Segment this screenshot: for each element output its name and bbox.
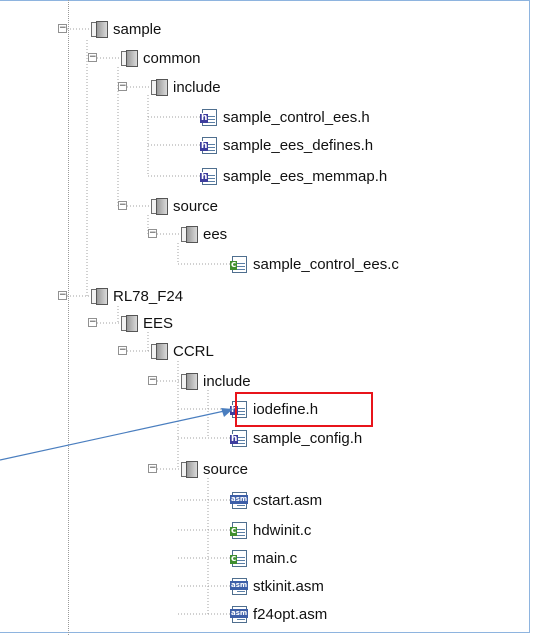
c-file-icon: c: [230, 549, 248, 567]
tree-item-label: sample: [113, 20, 162, 38]
folder-icon: [150, 342, 168, 360]
collapse-toggle-icon[interactable]: −: [88, 53, 97, 62]
tree-file-row[interactable]: h sample_ees_defines.h: [200, 133, 373, 157]
tree-item-label: sample_config.h: [253, 429, 363, 447]
tree-item-label: sample_ees_memmap.h: [223, 167, 388, 185]
tree-folder-row[interactable]: − source: [118, 194, 219, 218]
folder-icon: [150, 197, 168, 215]
vertical-guide-line: [68, 0, 69, 635]
tree-file-row[interactable]: c main.c: [230, 546, 297, 570]
folder-icon: [180, 225, 198, 243]
header-file-icon: h: [230, 429, 248, 447]
tree-item-label: source: [203, 460, 249, 478]
collapse-toggle-icon[interactable]: −: [148, 464, 157, 473]
asm-file-icon: asm: [230, 577, 249, 595]
tree-file-row[interactable]: h sample_config.h: [230, 426, 362, 450]
tree-item-label: RL78_F24: [113, 287, 184, 305]
folder-icon: [150, 78, 168, 96]
tree-file-row[interactable]: asm stkinit.asm: [230, 574, 324, 598]
project-tree-panel: − sample − common − include h sample_control_ee…: [0, 0, 540, 635]
h-file-badge: h: [230, 434, 239, 444]
tree-folder-row[interactable]: − common: [88, 46, 201, 70]
tree-folder-row[interactable]: − include: [148, 369, 251, 393]
collapse-toggle-icon[interactable]: −: [118, 201, 127, 210]
header-file-icon: h: [200, 136, 218, 154]
highlight-box: [235, 392, 373, 427]
folder-icon: [90, 20, 108, 38]
c-file-badge: c: [230, 554, 238, 564]
asm-file-badge: asm: [230, 495, 249, 504]
collapse-toggle-icon[interactable]: −: [118, 346, 127, 355]
tree-item-label: include: [203, 372, 251, 390]
tree-folder-row[interactable]: − EES: [88, 311, 174, 335]
tree-folder-row[interactable]: − sample: [58, 17, 162, 41]
folder-icon: [180, 460, 198, 478]
tree-item-label: hdwinit.c: [253, 521, 312, 539]
tree-file-row[interactable]: asm f24opt.asm: [230, 602, 327, 626]
header-file-icon: h: [200, 108, 218, 126]
tree-item-label: common: [143, 49, 201, 67]
header-file-icon: h: [200, 167, 218, 185]
h-file-badge: h: [200, 172, 209, 182]
folder-icon: [180, 372, 198, 390]
c-file-badge: c: [230, 260, 238, 270]
tree-file-row[interactable]: h sample_control_ees.h: [200, 105, 370, 129]
folder-icon: [120, 49, 138, 67]
tree-file-row[interactable]: c sample_control_ees.c: [230, 252, 399, 276]
collapse-toggle-icon[interactable]: −: [148, 229, 157, 238]
tree-item-label: stkinit.asm: [253, 577, 324, 595]
h-file-badge: h: [200, 141, 209, 151]
tree-folder-row[interactable]: − source: [148, 457, 249, 481]
collapse-toggle-icon[interactable]: −: [118, 82, 127, 91]
c-file-icon: c: [230, 255, 248, 273]
collapse-toggle-icon[interactable]: −: [58, 24, 67, 33]
tree-item-label: f24opt.asm: [253, 605, 328, 623]
tree-file-row[interactable]: h sample_ees_memmap.h: [200, 164, 387, 188]
folder-icon: [90, 287, 108, 305]
tree-item-label: include: [173, 78, 221, 96]
tree-item-label: main.c: [253, 549, 298, 567]
tree-item-label: sample_control_ees.c: [253, 255, 399, 273]
collapse-toggle-icon[interactable]: −: [88, 318, 97, 327]
tree-item-label: source: [173, 197, 219, 215]
tree-file-row[interactable]: asm cstart.asm: [230, 488, 322, 512]
c-file-badge: c: [230, 526, 238, 536]
h-file-badge: h: [200, 113, 209, 123]
tree-item-label: cstart.asm: [253, 491, 323, 509]
tree-folder-row[interactable]: − ees: [148, 222, 228, 246]
tree-item-label: ees: [203, 225, 228, 243]
asm-file-badge: asm: [230, 609, 249, 618]
folder-icon: [120, 314, 138, 332]
c-file-icon: c: [230, 521, 248, 539]
tree-item-label: sample_control_ees.h: [223, 108, 370, 126]
asm-file-icon: asm: [230, 605, 249, 623]
tree-file-row[interactable]: c hdwinit.c: [230, 518, 311, 542]
tree-folder-row[interactable]: − include: [118, 75, 221, 99]
collapse-toggle-icon[interactable]: −: [148, 376, 157, 385]
asm-file-badge: asm: [230, 581, 249, 590]
collapse-toggle-icon[interactable]: −: [58, 291, 67, 300]
tree-item-label: EES: [143, 314, 174, 332]
asm-file-icon: asm: [230, 491, 249, 509]
tree-item-label: sample_ees_defines.h: [223, 136, 374, 154]
tree-folder-row[interactable]: − RL78_F24: [58, 284, 184, 308]
tree-folder-row[interactable]: − CCRL: [118, 339, 214, 363]
tree-item-label: CCRL: [173, 342, 214, 360]
